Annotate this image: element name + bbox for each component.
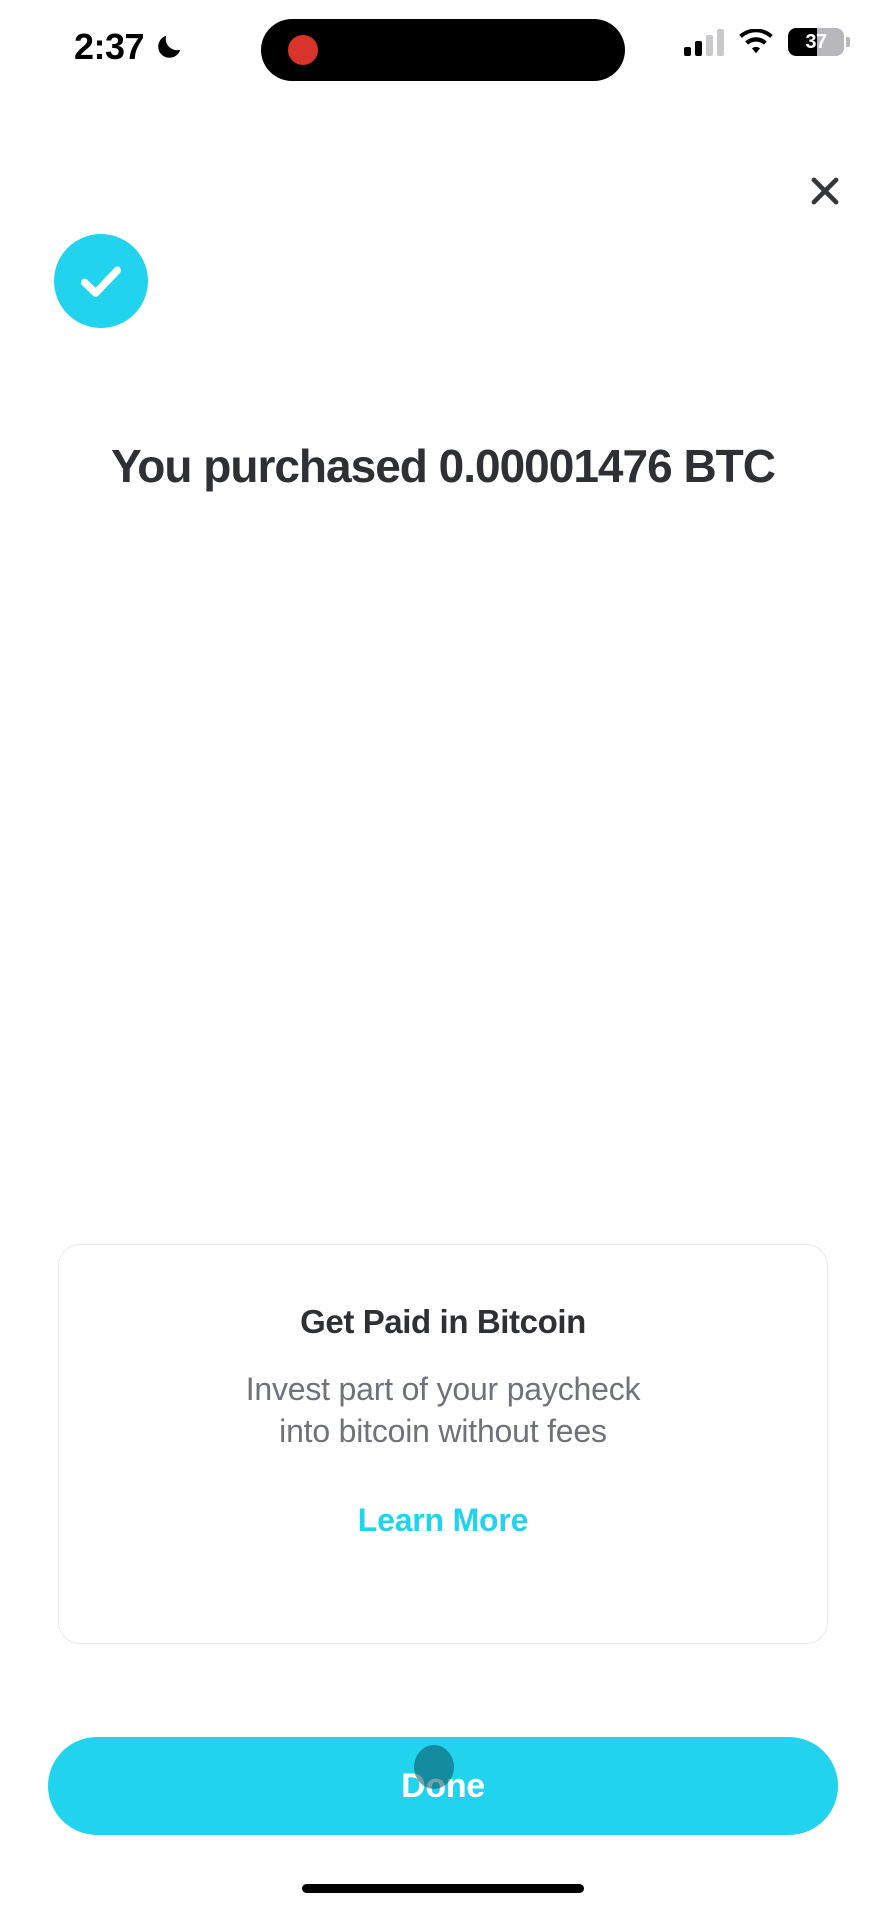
dynamic-island[interactable] xyxy=(261,19,625,81)
home-indicator[interactable] xyxy=(302,1884,584,1893)
done-button-label: Done xyxy=(401,1766,485,1805)
battery-icon: 37 xyxy=(788,28,850,56)
check-icon xyxy=(73,253,129,309)
checkmark-circle-icon xyxy=(54,234,148,328)
recording-dot-icon xyxy=(288,35,318,65)
close-button[interactable] xyxy=(794,160,856,222)
crescent-moon-icon xyxy=(154,32,184,62)
status-bar-right: 37 xyxy=(684,28,850,56)
promo-subtitle-line-1: Invest part of your paycheck xyxy=(245,1371,641,1407)
wifi-icon xyxy=(738,28,774,56)
purchase-headline: You purchased 0.00001476 BTC xyxy=(111,440,776,492)
promo-subtitle-line-2: into bitcoin without fees xyxy=(279,1412,607,1449)
done-button[interactable]: Done xyxy=(48,1737,838,1835)
cellular-signal-icon xyxy=(684,28,724,56)
promo-card[interactable]: Get Paid in Bitcoin Invest part of your … xyxy=(58,1244,828,1644)
status-bar-clock: 2:37 xyxy=(74,26,145,67)
battery-percent-label: 37 xyxy=(805,30,827,53)
promo-subtitle: Invest part of your paycheck into bitcoi… xyxy=(246,1369,641,1452)
status-bar: 2:37 37 xyxy=(0,0,886,100)
status-bar-left: 2:37 xyxy=(74,29,184,65)
promo-title: Get Paid in Bitcoin xyxy=(300,1303,586,1340)
battery-cap xyxy=(846,37,850,47)
learn-more-link[interactable]: Learn More xyxy=(358,1502,529,1539)
close-icon xyxy=(806,172,844,210)
purchase-confirmation-screen: 2:37 37 You purchased 0.00001476 BTC Get… xyxy=(0,0,886,1920)
